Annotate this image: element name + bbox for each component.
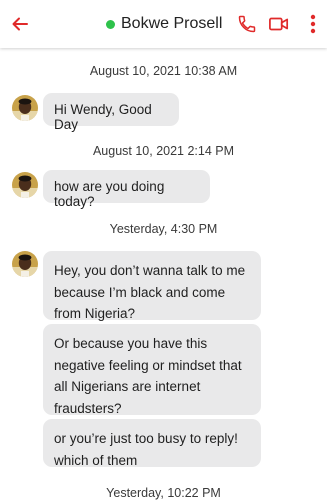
video-call-button[interactable] (268, 12, 290, 36)
more-vertical-icon (310, 14, 316, 34)
online-status-dot (106, 19, 115, 29)
timestamp: August 10, 2021 10:38 AM (89, 64, 238, 78)
message-bubble[interactable]: Or because you have this negative feelin… (43, 324, 261, 416)
call-button[interactable] (236, 12, 258, 36)
timestamp: August 10, 2021 2:14 PM (92, 144, 235, 158)
chat-screen: Bokwe Prosell August 10, 2021 10:38 AM H… (0, 0, 327, 500)
back-button[interactable] (6, 10, 34, 38)
avatar[interactable] (12, 251, 38, 277)
avatar[interactable] (12, 172, 38, 198)
message-bubble[interactable]: or you’re just too busy to reply! which … (43, 419, 261, 468)
phone-icon (238, 15, 256, 33)
message-bubble[interactable]: how are you doing today? (43, 170, 210, 209)
avatar-image (12, 172, 38, 198)
contact-name: Bokwe Prosell (121, 15, 223, 32)
timestamp: Yesterday, 4:30 PM (109, 222, 218, 236)
contact-title[interactable]: Bokwe Prosell (106, 12, 222, 36)
avatar-image (12, 95, 38, 121)
message-bubble[interactable]: Hey, you don’t wanna talk to me because … (43, 251, 261, 321)
message-list[interactable]: August 10, 2021 10:38 AM Hi Wendy, Good … (0, 48, 327, 500)
message-bubble[interactable]: Hi Wendy, Good Day (43, 93, 179, 132)
more-options-button[interactable] (306, 12, 320, 36)
avatar-image (12, 251, 38, 277)
video-camera-icon (269, 17, 289, 31)
avatar[interactable] (12, 95, 38, 121)
timestamp: Yesterday, 10:22 PM (106, 486, 221, 500)
arrow-left-icon (12, 17, 28, 31)
chat-header: Bokwe Prosell (0, 0, 327, 48)
